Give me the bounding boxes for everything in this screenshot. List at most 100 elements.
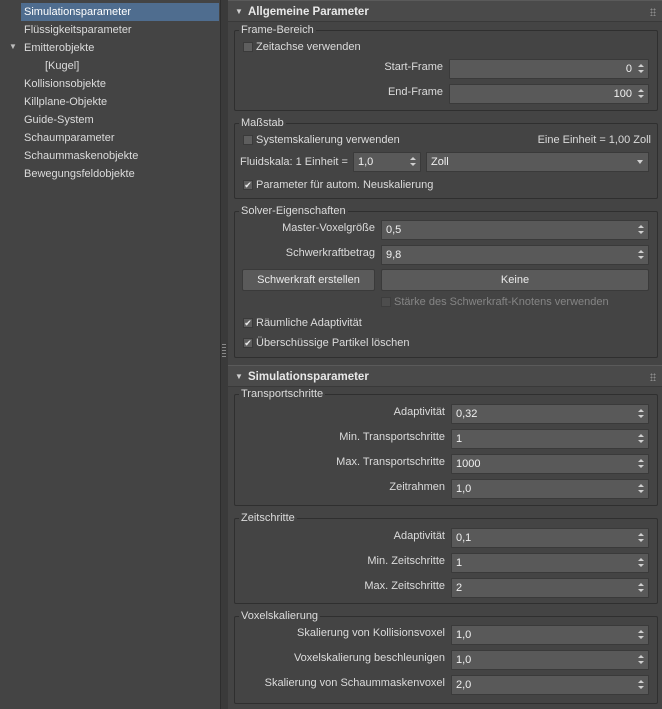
checkbox-box[interactable] xyxy=(243,42,253,52)
spinner-arrows-icon[interactable] xyxy=(638,556,645,570)
tree-item-schaumparameter[interactable]: Schaumparameter xyxy=(21,129,118,147)
spinner-arrows-icon[interactable] xyxy=(638,432,645,446)
collision-voxel-scale-spinner[interactable]: 1,0 xyxy=(451,625,649,645)
checkbox-box[interactable]: ✔ xyxy=(243,180,253,190)
end-frame-label: End-Frame xyxy=(387,86,443,98)
tree-item-label: Bewegungsfeldobjekte xyxy=(24,168,135,180)
tree-item-label: Guide-System xyxy=(24,114,94,126)
max-time-steps-spinner[interactable]: 2 xyxy=(451,578,649,598)
tree-item-kollisionsobjekte[interactable]: Kollisionsobjekte xyxy=(21,75,109,93)
drag-handle-icon[interactable] xyxy=(650,373,656,381)
min-time-steps-spinner[interactable]: 1 xyxy=(451,553,649,573)
tree-item-bewegungsfeldobjekte[interactable]: Bewegungsfeldobjekte xyxy=(21,165,138,183)
create-gravity-button[interactable]: Schwerkraft erstellen xyxy=(242,269,375,291)
rollout-title: Allgemeine Parameter xyxy=(248,6,369,18)
tree-item-kugel[interactable]: [Kugel] xyxy=(42,57,82,75)
transport-adaptivity-label: Adaptivität xyxy=(393,406,445,418)
rollout-header-simulation[interactable]: ▼ Simulationsparameter xyxy=(228,365,662,387)
gravity-node-picker-button[interactable]: Keine xyxy=(381,269,649,291)
tree-item-guide-system[interactable]: Guide-System xyxy=(21,111,97,129)
tree-item-simulationsparameter[interactable]: Simulationsparameter xyxy=(21,3,219,21)
checkbox-label: Zeitachse verwenden xyxy=(256,41,361,53)
spinner-value: 0 xyxy=(625,63,632,75)
rollout-simulation: ▼ Simulationsparameter Transportschritte… xyxy=(228,365,662,709)
spinner-value: 1,0 xyxy=(456,629,472,641)
tree-item-schaummaskenobjekte[interactable]: Schaummaskenobjekte xyxy=(21,147,141,165)
spinner-arrows-icon[interactable] xyxy=(638,407,645,421)
min-transport-steps-label: Min. Transportschritte xyxy=(339,431,445,443)
end-frame-spinner[interactable]: 100 xyxy=(449,84,649,104)
checkbox-label: Systemskalierung verwenden xyxy=(256,134,400,146)
rollout-title: Simulationsparameter xyxy=(248,371,369,383)
gravity-spinner[interactable]: 9,8 xyxy=(381,245,649,265)
group-title: Zeitschritte xyxy=(239,512,297,525)
spinner-arrows-icon[interactable] xyxy=(638,457,645,471)
min-transport-steps-spinner[interactable]: 1 xyxy=(451,429,649,449)
collapse-triangle-icon[interactable]: ▼ xyxy=(235,1,243,23)
tree-item-label: [Kugel] xyxy=(45,60,80,72)
min-time-steps-label: Min. Zeitschritte xyxy=(367,555,445,567)
unit-info-text: Eine Einheit = 1,00 Zoll xyxy=(537,134,651,146)
spinner-value: 2,0 xyxy=(456,679,472,691)
group-transport-steps: Transportschritte Adaptivität 0,32 Min. … xyxy=(234,388,658,506)
spinner-arrows-icon[interactable] xyxy=(638,62,645,76)
checkbox-box[interactable]: ✔ xyxy=(243,338,253,348)
expand-arrow-icon[interactable]: ▼ xyxy=(9,42,17,51)
voxel-size-spinner[interactable]: 0,5 xyxy=(381,220,649,240)
spinner-value: 9,8 xyxy=(386,249,402,261)
unit-dropdown[interactable]: Zoll xyxy=(426,152,649,172)
checkbox-label: Räumliche Adaptivität xyxy=(256,317,362,329)
spinner-arrows-icon[interactable] xyxy=(638,581,645,595)
spinner-arrows-icon[interactable] xyxy=(638,482,645,496)
splitter-grip-icon[interactable] xyxy=(222,344,226,358)
checkbox-box[interactable] xyxy=(243,135,253,145)
collapse-triangle-icon[interactable]: ▼ xyxy=(235,366,243,388)
spinner-value: 0,32 xyxy=(456,408,478,420)
spinner-arrows-icon[interactable] xyxy=(638,653,645,667)
fluid-scale-spinner[interactable]: 1,0 xyxy=(353,152,421,172)
accelerate-voxel-scale-label: Voxelskalierung beschleunigen xyxy=(293,652,445,664)
group-title: Transportschritte xyxy=(239,388,326,401)
drag-handle-icon[interactable] xyxy=(650,8,656,16)
group-title: Frame-Bereich xyxy=(239,24,316,37)
foam-mask-voxel-scale-spinner[interactable]: 2,0 xyxy=(451,675,649,695)
group-scale: Maßstab Systemskalierung verwenden Eine … xyxy=(234,117,658,199)
transport-adaptivity-spinner[interactable]: 0,32 xyxy=(451,404,649,424)
foam-mask-voxel-scale-label: Skalierung von Schaummaskenvoxel xyxy=(264,677,445,689)
time-frame-spinner[interactable]: 1,0 xyxy=(451,479,649,499)
group-voxel-scaling: Voxelskalierung Skalierung von Kollision… xyxy=(234,610,658,704)
tree-item-label: Emitterobjekte xyxy=(24,42,95,54)
start-frame-spinner[interactable]: 0 xyxy=(449,59,649,79)
spinner-value: 1000 xyxy=(456,458,481,470)
tree-item-fluessigkeitsparameter[interactable]: Flüssigkeitsparameter xyxy=(21,21,135,39)
tree-item-label: Kollisionsobjekte xyxy=(24,78,106,90)
spinner-arrows-icon[interactable] xyxy=(638,87,645,101)
spinner-arrows-icon[interactable] xyxy=(638,531,645,545)
timestep-adaptivity-spinner[interactable]: 0,1 xyxy=(451,528,649,548)
rollout-header-general[interactable]: ▼ Allgemeine Parameter xyxy=(228,0,662,22)
tree-item-emitterobjekte[interactable]: Emitterobjekte xyxy=(21,39,97,57)
checkbox-box[interactable] xyxy=(381,297,391,307)
panel-splitter[interactable] xyxy=(221,0,228,709)
max-transport-steps-spinner[interactable]: 1000 xyxy=(451,454,649,474)
time-frame-label: Zeitrahmen xyxy=(389,481,445,493)
spinner-arrows-icon[interactable] xyxy=(638,248,645,262)
checkbox-label: Parameter für autom. Neuskalierung xyxy=(256,179,434,191)
accelerate-voxel-scale-spinner[interactable]: 1,0 xyxy=(451,650,649,670)
spinner-arrows-icon[interactable] xyxy=(638,628,645,642)
parameter-panel: ▼ Allgemeine Parameter Frame-Bereich Zei… xyxy=(228,0,662,709)
chevron-down-icon[interactable] xyxy=(637,160,643,164)
group-time-steps: Zeitschritte Adaptivität 0,1 Min. Zeitsc… xyxy=(234,512,658,604)
spinner-arrows-icon[interactable] xyxy=(638,223,645,237)
tree-panel: Simulationsparameter Flüssigkeitsparamet… xyxy=(0,0,221,709)
tree-item-killplane-objekte[interactable]: Killplane-Objekte xyxy=(21,93,110,111)
checkbox-box[interactable]: ✔ xyxy=(243,318,253,328)
spinner-value: 0,5 xyxy=(386,224,402,236)
spinner-value: 2 xyxy=(456,582,463,594)
spinner-value: 1,0 xyxy=(358,156,374,168)
tree-item-label: Killplane-Objekte xyxy=(24,96,108,108)
dropdown-value: Zoll xyxy=(431,156,449,168)
spinner-arrows-icon[interactable] xyxy=(410,155,417,169)
spinner-arrows-icon[interactable] xyxy=(638,678,645,692)
group-frame-range: Frame-Bereich Zeitachse verwenden Start-… xyxy=(234,24,658,111)
